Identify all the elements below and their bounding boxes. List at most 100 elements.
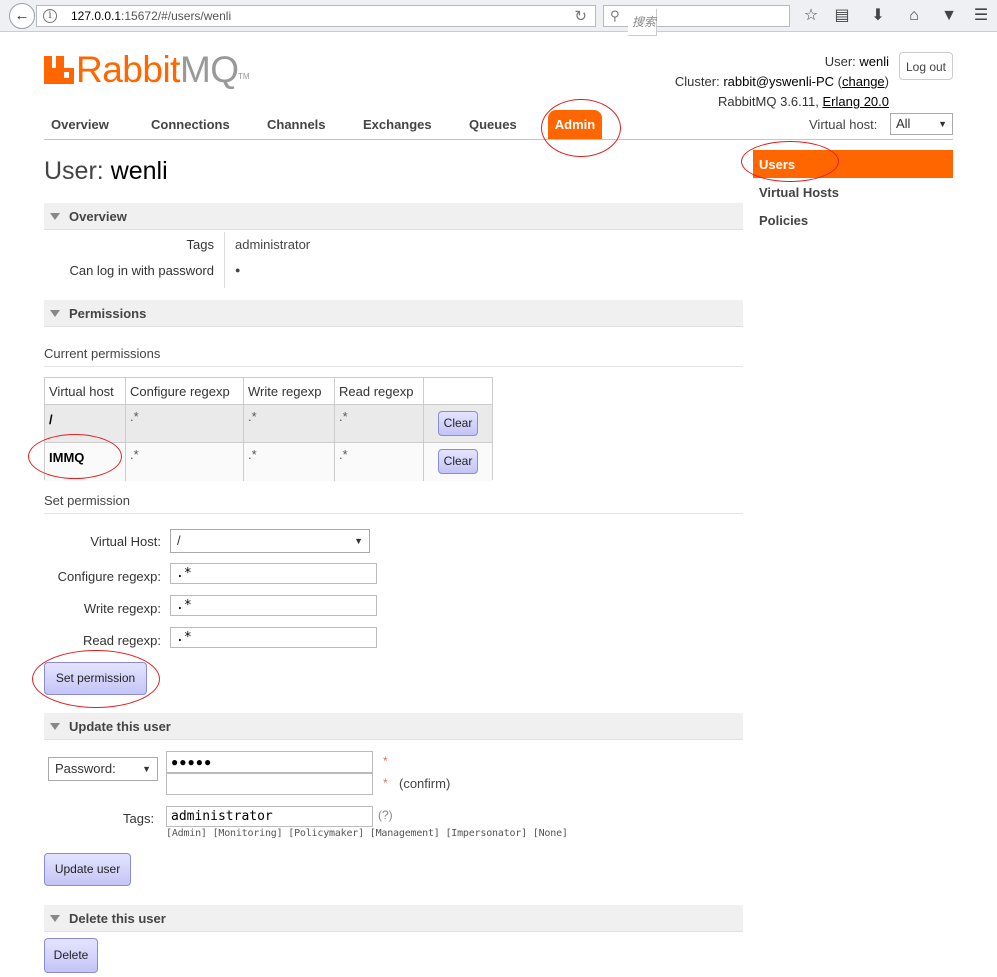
home-icon[interactable]: ⌂ (903, 5, 925, 27)
set-permission-label: Set permission (44, 493, 743, 514)
read-regexp-input[interactable]: .* (170, 627, 377, 648)
delete-user-button[interactable]: Delete (44, 938, 98, 973)
collapse-triangle-icon (50, 310, 60, 317)
password-input[interactable]: ●●●●● (166, 751, 373, 773)
virtual-host-select[interactable]: All ▼ (890, 113, 953, 135)
tags-help-link[interactable]: (?) (378, 808, 393, 822)
collapse-triangle-icon (50, 915, 60, 922)
collapse-triangle-icon (50, 213, 60, 220)
overview-section-header[interactable]: Overview (44, 203, 743, 230)
tag-option-policymaker[interactable]: [Policymaker] (288, 828, 364, 839)
password-confirm-input[interactable] (166, 773, 373, 795)
user-info: User: wenli Cluster: rabbit@yswenli-PC (… (675, 52, 889, 112)
overview-label-tags: Tags (186, 237, 214, 252)
vhost-field-label: Virtual Host: (90, 534, 161, 549)
back-arrow-icon[interactable]: ← (9, 3, 35, 29)
configure-regexp-input[interactable]: .* (170, 563, 377, 584)
permissions-heading: Permissions (69, 306, 147, 321)
tag-option-none[interactable]: [None] (533, 828, 568, 839)
cell-write: .* (244, 405, 335, 443)
overview-heading: Overview (69, 209, 127, 224)
tag-option-management[interactable]: [Management] (370, 828, 440, 839)
confirm-label: (confirm) (399, 776, 451, 791)
search-icon: ⚲ (610, 8, 620, 23)
vhost-select[interactable]: / ▼ (170, 529, 370, 553)
user-prefix: User: (824, 54, 860, 69)
tags-input[interactable]: administrator (166, 806, 373, 827)
address-url[interactable]: 127.0.0.1:15672/#/users/wenli (71, 9, 231, 23)
current-permissions-label: Current permissions (44, 346, 743, 367)
cell-read: .* (335, 405, 424, 443)
tab-channels[interactable]: Channels (267, 117, 326, 132)
overview-label-login: Can log in with password (69, 263, 214, 278)
change-close: ) (884, 74, 889, 89)
delete-user-section-header[interactable]: Delete this user (44, 905, 743, 932)
password-mode-select[interactable]: Password: ▼ (48, 757, 158, 781)
rabbitmq-logo-icon (44, 56, 74, 84)
clear-permission-button[interactable]: Clear (438, 411, 478, 436)
reload-icon[interactable]: ↻ (574, 7, 587, 25)
permissions-section-header[interactable]: Permissions (44, 300, 743, 327)
cell-write: .* (244, 443, 335, 481)
tag-option-admin[interactable]: [Admin] (166, 828, 207, 839)
tab-connections[interactable]: Connections (151, 117, 230, 132)
tags-label: Tags: (123, 811, 155, 826)
overview-divider (224, 232, 225, 288)
virtual-host-label: Virtual host: (809, 117, 878, 132)
chevron-down-icon: ▼ (354, 536, 363, 546)
logo-trademark: TM (238, 72, 250, 81)
tab-queues[interactable]: Queues (469, 117, 517, 132)
tag-option-monitoring[interactable]: [Monitoring] (213, 828, 283, 839)
write-field-label: Write regexp: (83, 601, 161, 616)
tag-options: [Admin] [Monitoring] [Policymaker] [Mana… (166, 828, 568, 839)
cell-read: .* (335, 443, 424, 481)
download-icon[interactable]: ⬇ (867, 5, 889, 27)
change-cluster-link[interactable]: change (842, 74, 885, 89)
cluster-name: rabbit@yswenli-PC (723, 74, 835, 89)
sidebar-item-virtual-hosts[interactable]: Virtual Hosts (759, 185, 839, 200)
read-field-label: Read regexp: (82, 633, 161, 648)
delete-user-heading: Delete this user (69, 911, 166, 926)
cell-configure: .* (126, 443, 244, 481)
table-row: / .* .* .* Clear (45, 405, 492, 443)
logo-text-mq: MQ (179, 49, 239, 90)
annotation-circle-immq (28, 434, 122, 479)
annotation-circle-admin (541, 99, 621, 157)
update-user-section-header[interactable]: Update this user (44, 713, 743, 740)
overview-value-tags: administrator (235, 237, 311, 252)
menu-icon[interactable]: ☰ (970, 5, 992, 27)
rabbitmq-logo: RabbitMQ TM (44, 50, 254, 90)
required-mark: * (383, 754, 388, 768)
address-bar[interactable]: i 127.0.0.1:15672/#/users/wenli ↻ (36, 5, 596, 27)
erlang-version-link[interactable]: Erlang 20.0 (823, 94, 890, 109)
clear-permission-button[interactable]: Clear (438, 449, 478, 474)
reading-list-icon[interactable]: ▤ (831, 5, 853, 27)
page-title-user: wenli (110, 157, 168, 185)
col-actions (424, 378, 492, 405)
search-placeholder: 搜索 (628, 9, 658, 36)
virtual-host-value: All (896, 116, 911, 131)
configure-field-label: Configure regexp: (57, 569, 161, 584)
cluster-prefix: Cluster: (674, 74, 724, 89)
cell-configure: .* (126, 405, 244, 443)
tab-exchanges[interactable]: Exchanges (363, 117, 432, 132)
overview-value-login: ● (235, 265, 241, 275)
logout-button[interactable]: Log out (899, 52, 953, 80)
chevron-down-icon: ▼ (142, 764, 151, 774)
sidebar-item-policies[interactable]: Policies (759, 213, 808, 228)
search-input[interactable]: ⚲ 搜索 (603, 5, 790, 36)
update-user-heading: Update this user (69, 719, 171, 734)
tag-option-impersonator[interactable]: [Impersonator] (445, 828, 527, 839)
vhost-select-value: / (177, 533, 181, 548)
annotation-circle-set-permission (32, 650, 160, 708)
update-user-button[interactable]: Update user (44, 853, 131, 886)
info-icon[interactable]: i (43, 9, 57, 23)
col-write: Write regexp (244, 378, 335, 405)
tab-overview[interactable]: Overview (51, 117, 109, 132)
col-configure: Configure regexp (126, 378, 244, 405)
bookmark-star-icon[interactable]: ☆ (800, 5, 822, 27)
col-virtual-host: Virtual host (45, 378, 126, 405)
write-regexp-input[interactable]: .* (170, 595, 377, 616)
required-mark: * (383, 776, 388, 790)
pocket-icon[interactable]: ▼ (938, 5, 960, 27)
